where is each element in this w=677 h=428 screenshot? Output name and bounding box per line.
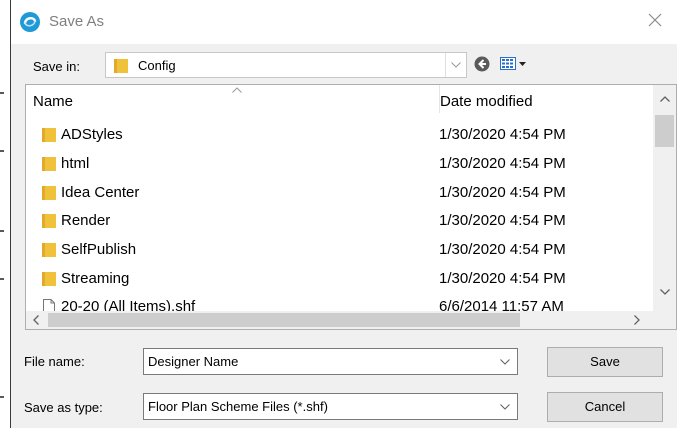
item-name: 20-20 (All Items).shf <box>61 298 196 311</box>
vertical-scroll-thumb[interactable] <box>655 115 674 147</box>
horizontal-scroll-thumb[interactable] <box>48 313 520 327</box>
chevron-down-icon[interactable] <box>500 359 510 365</box>
save-button[interactable]: Save <box>547 347 663 377</box>
vertical-scrollbar[interactable] <box>653 85 676 311</box>
folder-icon <box>42 128 56 142</box>
column-header-date-label: Date modified <box>440 93 533 110</box>
scroll-down-icon[interactable] <box>660 289 670 295</box>
close-button[interactable] <box>643 8 667 32</box>
folder-icon <box>42 243 56 257</box>
cancel-button[interactable]: Cancel <box>547 392 663 422</box>
folder-icon <box>42 272 56 286</box>
column-header-name[interactable]: Name <box>33 85 433 113</box>
save-as-type-value: Floor Plan Scheme Files (*.shf) <box>148 399 328 414</box>
close-icon <box>648 13 662 27</box>
item-name: html <box>61 155 90 172</box>
list-item[interactable]: Render 1/30/2020 4:54 PM <box>26 207 653 235</box>
column-header-name-label: Name <box>33 93 74 110</box>
item-name: Render <box>61 212 111 229</box>
list-item[interactable]: 20-20 (All Items).shf 6/6/2014 11:57 AM <box>26 293 653 311</box>
item-date: 1/30/2020 4:54 PM <box>439 212 566 229</box>
sort-ascending-icon <box>232 87 242 93</box>
file-list-viewport: Name Date modified ADStyles 1/30/2020 4:… <box>26 85 653 311</box>
list-item[interactable]: ADStyles 1/30/2020 4:54 PM <box>26 121 653 149</box>
scroll-up-icon[interactable] <box>660 96 670 102</box>
item-date: 1/30/2020 4:54 PM <box>439 184 566 201</box>
save-in-label: Save in: <box>33 59 80 74</box>
folder-icon <box>42 214 56 228</box>
back-arrow-icon[interactable] <box>472 54 492 74</box>
item-date: 1/30/2020 4:54 PM <box>439 155 566 172</box>
list-item[interactable]: Streaming 1/30/2020 4:54 PM <box>26 265 653 293</box>
save-in-dropdown[interactable]: Config <box>105 52 467 78</box>
horizontal-scrollbar[interactable] <box>26 311 653 329</box>
title-bar: Save As <box>11 0 677 44</box>
folder-icon <box>114 59 128 73</box>
save-as-dialog: Save As Save in: Config Name Date modifi… <box>11 0 677 428</box>
save-as-type-dropdown[interactable]: Floor Plan Scheme Files (*.shf) <box>143 393 518 420</box>
app-logo-icon <box>20 12 40 32</box>
item-date: 1/30/2020 4:54 PM <box>439 126 566 143</box>
scroll-right-icon[interactable] <box>634 315 640 325</box>
list-item[interactable]: SelfPublish 1/30/2020 4:54 PM <box>26 236 653 264</box>
file-list[interactable]: Name Date modified ADStyles 1/30/2020 4:… <box>25 84 677 330</box>
folder-icon <box>42 157 56 171</box>
item-date: 1/30/2020 4:54 PM <box>439 270 566 287</box>
list-item[interactable]: Idea Center 1/30/2020 4:54 PM <box>26 179 653 207</box>
item-date: 1/30/2020 4:54 PM <box>439 241 566 258</box>
item-name: Idea Center <box>61 184 140 201</box>
chevron-down-icon <box>451 62 461 68</box>
item-date: 6/6/2014 11:57 AM <box>439 298 564 311</box>
save-in-value: Config <box>138 58 176 73</box>
item-name: Streaming <box>61 270 130 287</box>
view-menu-icon[interactable] <box>500 55 530 73</box>
item-name: SelfPublish <box>61 241 137 258</box>
save-as-type-label: Save as type: <box>24 400 103 415</box>
chevron-down-icon[interactable] <box>500 404 510 410</box>
file-name-value: Designer Name <box>148 354 239 369</box>
item-name: ADStyles <box>61 126 123 143</box>
file-name-input[interactable]: Designer Name <box>143 348 518 375</box>
dialog-title: Save As <box>49 13 105 30</box>
folder-icon <box>42 186 56 200</box>
scrollbar-corner <box>653 311 676 329</box>
file-icon <box>43 299 55 311</box>
list-item[interactable]: html 1/30/2020 4:54 PM <box>26 150 653 178</box>
save-in-dropdown-arrow[interactable] <box>445 53 466 77</box>
column-header-date-modified[interactable]: Date modified <box>439 85 650 113</box>
scroll-left-icon[interactable] <box>33 315 39 325</box>
file-name-label: File name: <box>24 354 85 369</box>
